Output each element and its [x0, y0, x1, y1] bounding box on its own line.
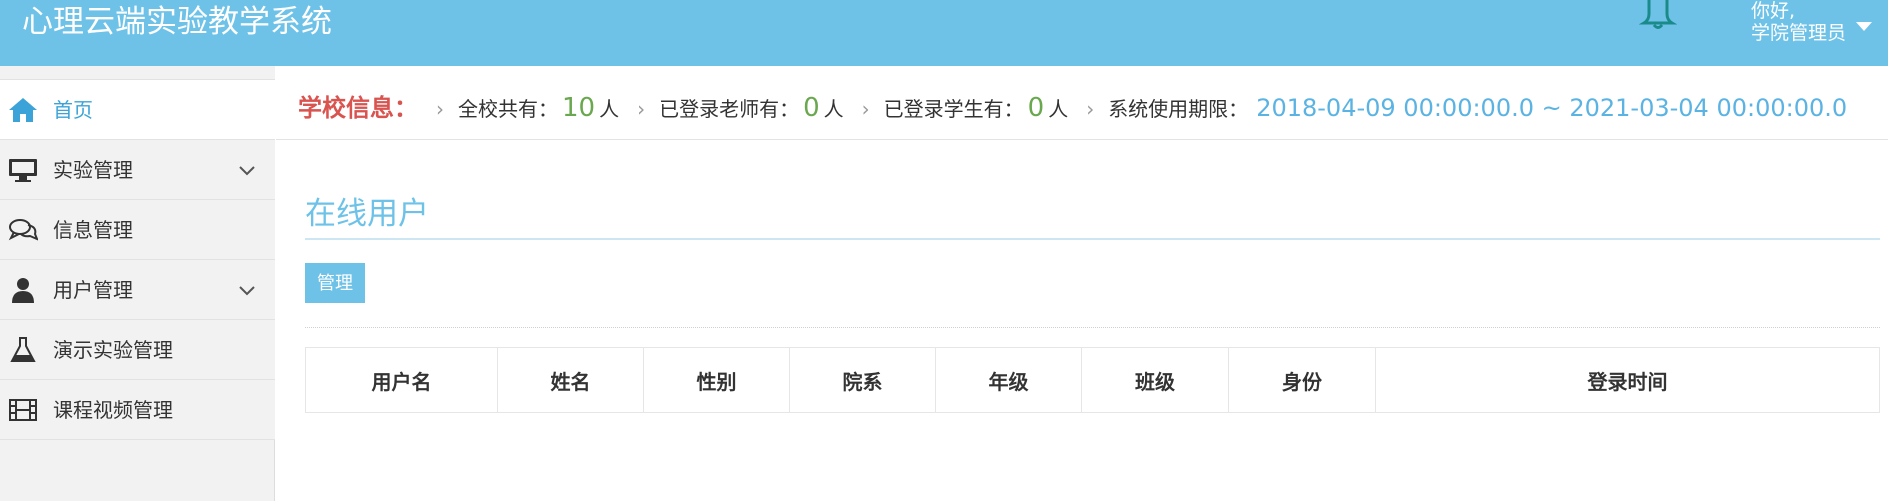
period-label: 系统使用期限： — [1108, 97, 1249, 121]
sidebar-top-strip — [0, 66, 275, 80]
sidebar-item-label: 实验管理 — [53, 158, 133, 182]
sidebar-item-info-management[interactable]: 信息管理 — [0, 200, 275, 260]
sidebar-item-experiment-management[interactable]: 实验管理 — [0, 140, 275, 200]
unit-label: 人 — [599, 97, 620, 121]
dotted-divider — [305, 327, 1880, 328]
unit-label: 人 — [823, 97, 844, 121]
sidebar-item-home[interactable]: 首页 — [0, 80, 275, 140]
sidebar-item-label: 信息管理 — [53, 218, 133, 242]
students-label: 已登录学生有： — [883, 97, 1024, 121]
top-header: 心理云端实验教学系统 你好, 学院管理员 — [0, 0, 1888, 66]
user-icon — [12, 278, 34, 303]
sidebar-item-demo-experiment-management[interactable]: 演示实验管理 — [0, 320, 275, 380]
teachers-label: 已登录老师有： — [659, 97, 800, 121]
column-header-department[interactable]: 院系 — [789, 347, 936, 413]
sidebar-item-course-video-management[interactable]: 课程视频管理 — [0, 380, 275, 440]
manage-button[interactable]: 管理 — [305, 263, 365, 303]
greeting-text: 你好, — [1751, 0, 1796, 22]
school-info-title: 学校信息： — [298, 94, 418, 122]
column-header-grade[interactable]: 年级 — [935, 347, 1082, 413]
column-header-role[interactable]: 身份 — [1228, 347, 1376, 413]
teachers-count: 0 — [803, 93, 820, 123]
user-menu[interactable]: 你好, 学院管理员 — [1751, 0, 1846, 44]
table-header-row: 用户名 姓名 性别 院系 年级 班级 身份 登录时间 — [305, 347, 1880, 413]
sidebar-item-label: 用户管理 — [53, 278, 133, 302]
total-label: 全校共有： — [458, 97, 558, 121]
total-count: 10 — [562, 93, 596, 123]
column-header-class[interactable]: 班级 — [1081, 347, 1229, 413]
film-icon — [9, 399, 37, 421]
separator-icon: › — [861, 97, 870, 121]
separator-icon: › — [1086, 97, 1095, 121]
section-title: 在线用户 — [305, 196, 429, 232]
separator-icon: › — [637, 97, 646, 121]
home-icon — [9, 98, 37, 122]
main-content: 在线用户 管理 用户名 姓名 性别 院系 年级 班级 身份 登录时间 — [276, 141, 1888, 501]
flask-icon — [10, 337, 36, 362]
unit-label: 人 — [1048, 97, 1069, 121]
column-header-login-time[interactable]: 登录时间 — [1375, 347, 1880, 413]
students-count: 0 — [1027, 93, 1045, 123]
column-header-name[interactable]: 姓名 — [497, 347, 644, 413]
period-value: 2018-04-09 00:00:00.0 ~ 2021-03-04 00:00… — [1256, 94, 1848, 122]
app-title: 心理云端实验教学系统 — [22, 4, 332, 40]
sidebar-item-user-management[interactable]: 用户管理 — [0, 260, 275, 320]
sidebar-item-label: 演示实验管理 — [53, 338, 173, 362]
column-header-gender[interactable]: 性别 — [643, 347, 790, 413]
column-header-username[interactable]: 用户名 — [305, 347, 498, 413]
title-underline — [305, 238, 1880, 240]
chevron-down-icon — [239, 286, 255, 296]
monitor-icon — [9, 159, 37, 182]
chat-icon — [8, 219, 38, 241]
separator-icon: › — [436, 97, 444, 121]
sidebar-item-label: 课程视频管理 — [53, 398, 173, 422]
school-info-row: 学校信息： › 全校共有： 10 人 › 已登录老师有： 0 人 › 已登录学生… — [298, 88, 1847, 124]
bell-icon[interactable] — [1639, 0, 1677, 30]
caret-down-icon[interactable] — [1856, 22, 1872, 31]
sidebar: 首页 实验管理 信息管理 用户管理 演示实验管理 课程视频管理 — [0, 66, 275, 501]
online-users-table: 用户名 姓名 性别 院系 年级 班级 身份 登录时间 — [305, 347, 1880, 413]
sidebar-nav: 首页 实验管理 信息管理 用户管理 演示实验管理 课程视频管理 — [0, 80, 275, 440]
sidebar-item-label: 首页 — [53, 98, 93, 122]
school-info-bar: 学校信息： › 全校共有： 10 人 › 已登录老师有： 0 人 › 已登录学生… — [276, 66, 1888, 140]
username-text: 学院管理员 — [1751, 22, 1847, 44]
chevron-down-icon — [239, 166, 255, 176]
